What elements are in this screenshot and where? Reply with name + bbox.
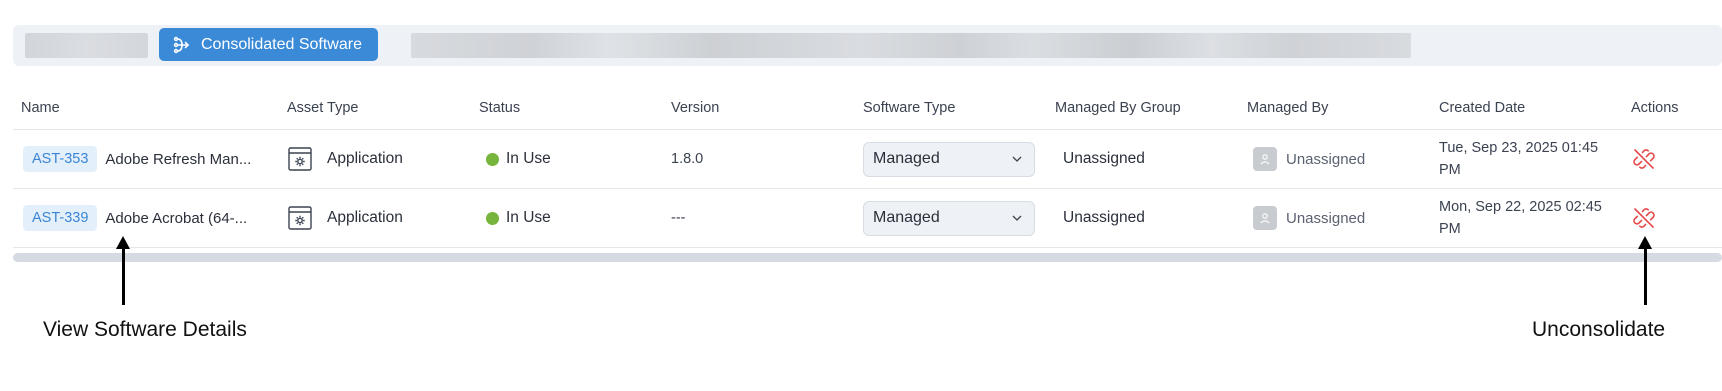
- asset-type-cell: Application: [287, 130, 403, 188]
- managed-by-group-cell: Unassigned: [1063, 189, 1145, 247]
- software-table: Name Asset Type Status Version Software …: [13, 90, 1722, 248]
- status-cell: In Use: [486, 189, 551, 247]
- managed-by-value: Unassigned: [1286, 150, 1366, 168]
- header-managed-by: Managed By: [1247, 100, 1329, 116]
- status-label: In Use: [506, 209, 551, 226]
- software-name[interactable]: Adobe Refresh Man...: [105, 151, 255, 168]
- software-type-value: Managed: [873, 150, 940, 167]
- header-asset-type: Asset Type: [287, 100, 359, 116]
- avatar: [1253, 147, 1277, 171]
- tab-strip: Consolidated Software: [13, 25, 1722, 66]
- status-dot-icon: [486, 152, 499, 166]
- software-type-cell: Managed: [863, 189, 1035, 247]
- user-icon: [1260, 213, 1270, 224]
- table-header: Name Asset Type Status Version Software …: [13, 90, 1722, 130]
- asset-type-label: Application: [327, 150, 403, 167]
- header-actions: Actions: [1631, 100, 1679, 116]
- header-name: Name: [21, 100, 60, 116]
- chevron-down-icon: [1012, 156, 1022, 162]
- table-row: AST-339 Adobe Acrobat (64-... Applicatio…: [13, 189, 1722, 248]
- blurred-tab-left[interactable]: [25, 33, 148, 58]
- asset-id-link[interactable]: AST-339: [23, 205, 98, 231]
- managed-by-cell: Unassigned: [1253, 189, 1365, 247]
- version-cell: ---: [671, 189, 686, 247]
- application-icon: [288, 147, 312, 171]
- managed-by-cell: Unassigned: [1253, 130, 1365, 188]
- name-cell: AST-353 Adobe Refresh Man...: [23, 130, 255, 188]
- header-status: Status: [479, 100, 521, 116]
- consolidate-icon: [173, 36, 191, 54]
- status-label: In Use: [506, 150, 551, 167]
- created-date-cell: Mon, Sep 22, 2025 02:45 PM: [1439, 189, 1614, 247]
- software-type-select[interactable]: Managed: [863, 141, 1035, 177]
- annotation-unconsolidate: Unconsolidate: [1532, 318, 1666, 341]
- created-date-cell: Tue, Sep 23, 2025 01:45 PM: [1439, 130, 1614, 188]
- name-cell: AST-339 Adobe Acrobat (64-...: [23, 189, 255, 247]
- managed-by-value: Unassigned: [1286, 209, 1366, 227]
- managed-by-group-value: Unassigned: [1063, 150, 1145, 167]
- asset-type-label: Application: [327, 209, 403, 226]
- blurred-tabs-right[interactable]: [411, 33, 1411, 58]
- annotation-arrow-left: [122, 247, 125, 305]
- version-cell: 1.8.0: [671, 130, 703, 188]
- header-version: Version: [671, 100, 720, 116]
- version-value: 1.8.0: [671, 151, 704, 167]
- actions-cell: [1632, 130, 1656, 188]
- chevron-down-icon: [1012, 215, 1022, 221]
- asset-id-link[interactable]: AST-353: [23, 146, 98, 172]
- software-type-cell: Managed: [863, 130, 1035, 188]
- user-icon: [1260, 154, 1270, 165]
- managed-by-group-cell: Unassigned: [1063, 130, 1145, 188]
- asset-type-cell: Application: [287, 189, 403, 247]
- annotation-view-software-details: View Software Details: [43, 318, 247, 341]
- page: Consolidated Software Name Asset Type St…: [0, 0, 1722, 391]
- software-type-value: Managed: [873, 209, 940, 226]
- status-dot-icon: [486, 211, 499, 225]
- created-date-value: Mon, Sep 22, 2025 02:45 PM: [1439, 199, 1602, 237]
- status-cell: In Use: [486, 130, 551, 188]
- table-row: AST-353 Adobe Refresh Man... Application…: [13, 130, 1722, 189]
- tab-consolidated-software[interactable]: Consolidated Software: [159, 28, 378, 61]
- horizontal-scrollbar[interactable]: [13, 253, 1722, 262]
- header-managed-by-group: Managed By Group: [1055, 100, 1181, 116]
- application-icon: [288, 206, 312, 230]
- annotation-arrow-right: [1644, 247, 1647, 305]
- managed-by-group-value: Unassigned: [1063, 209, 1145, 226]
- software-type-select[interactable]: Managed: [863, 200, 1035, 236]
- header-created-date: Created Date: [1439, 100, 1526, 116]
- header-software-type: Software Type: [863, 100, 956, 116]
- unconsolidate-icon[interactable]: [1632, 147, 1656, 171]
- software-name[interactable]: Adobe Acrobat (64-...: [105, 210, 255, 227]
- tab-label: Consolidated Software: [201, 35, 362, 53]
- unconsolidate-icon[interactable]: [1632, 206, 1656, 230]
- version-value: ---: [671, 210, 686, 226]
- avatar: [1253, 206, 1277, 230]
- created-date-value: Tue, Sep 23, 2025 01:45 PM: [1439, 140, 1599, 178]
